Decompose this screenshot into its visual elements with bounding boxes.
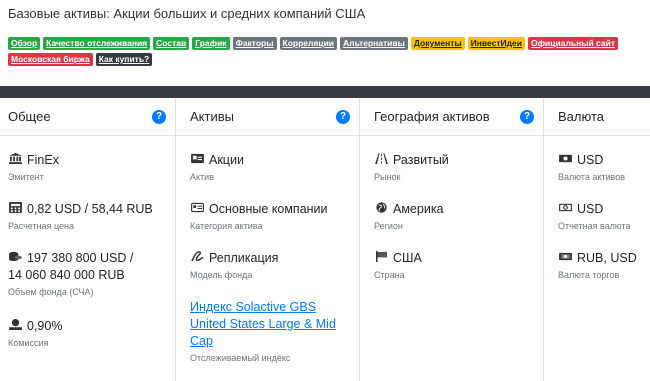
asset-currency-block: USD Валюта активов [558,152,625,183]
tag-alternatives[interactable]: Альтернативы [340,37,408,50]
road-icon [374,152,389,169]
tag-correlations[interactable]: Корреляции [279,37,338,50]
model-label: Модель фонда [190,270,253,280]
issuer-label: Эмитент [8,172,44,182]
country-label: Страна [374,270,405,280]
market-label: Рынок [374,172,401,182]
commission-icon [8,318,23,335]
coins-icon [8,250,23,267]
tag-overview[interactable]: Обзор [8,37,41,50]
column-general-header: Общее ? [0,98,175,136]
fee-value: 0,90% [27,319,63,333]
column-currency-title: Валюта [558,109,604,124]
column-geography: География активов ? Развитый Рынок Амери… [360,98,544,381]
calculator-icon [8,201,23,218]
column-currency-header: Валюта [544,98,650,136]
price-block: 0,82 USD / 58,44 RUB Расчетная цена [8,201,153,232]
tag-documents[interactable]: Документы [410,37,465,50]
asset-value: Акции [209,153,244,167]
report-currency-value: USD [577,202,604,216]
region-label: Регион [374,221,403,231]
tag-moex[interactable]: Московская биржа [8,53,93,66]
flag-icon [374,250,389,267]
index-block: Индекс Solactive GBS United States Large… [190,299,340,364]
column-general-title: Общее [8,109,51,124]
section-divider-bar [0,86,650,98]
column-geography-header: География активов ? [360,98,543,136]
money-bill-icon [558,152,573,169]
fund-size-value-line1: 197 380 800 USD / [27,251,134,265]
tag-row-2: Московская биржа Как купить? [8,53,648,66]
market-block: Развитый Рынок [374,152,449,183]
tag-chart[interactable]: График [192,37,230,50]
help-icon[interactable]: ? [520,109,534,124]
fund-size-value-line2: 14 060 840 000 RUB [8,268,125,282]
tag-official-site[interactable]: Официальный сайт [528,37,619,50]
region-block: Америка Регион [374,201,444,232]
globe-icon [374,201,389,218]
column-general: Общее ? FinEx Эмитент 0,82 USD / 58,44 R… [0,98,176,381]
category-value: Основные компании [209,202,328,216]
tracked-index-link[interactable]: Индекс Solactive GBS United States Large… [190,299,340,350]
price-label: Расчетная цена [8,221,75,231]
category-label: Категория актива [190,221,263,231]
model-block: Репликация Модель фонда [190,250,278,281]
issuer-value: FinEx [27,153,59,167]
page-title: Базовые активы: Акции больших и средних … [8,6,366,21]
bank-icon [8,152,23,169]
tag-row-1: Обзор Качество отслеживания Состав Графи… [8,37,648,50]
column-assets: Активы ? Акции Актив Основные компании К… [176,98,360,381]
model-value: Репликация [209,251,279,265]
country-block: США Страна [374,250,422,281]
trade-currency-label: Валюта торгов [558,270,620,280]
asset-currency-value: USD [577,153,604,167]
asset-block: Акции Актив [190,152,244,183]
id-card-outline-icon [190,201,205,218]
money-bill-wave-icon [558,250,573,267]
report-currency-label: Отчетная валюта [558,221,631,231]
tag-bar: Обзор Качество отслеживания Состав Графи… [8,37,648,69]
market-value: Развитый [393,153,449,167]
asset-currency-label: Валюта активов [558,172,625,182]
id-card-icon [190,152,205,169]
tag-invest-ideas[interactable]: ИнвестИдеи [467,37,525,50]
signature-icon [190,250,205,267]
money-bill-outline-icon [558,201,573,218]
country-value: США [393,251,422,265]
category-block: Основные компании Категория актива [190,201,328,232]
column-currency: Валюта USD Валюта активов USD Отчетная в… [544,98,650,381]
asset-label: Актив [190,172,214,182]
fund-size-label: Объем фонда (СЧА) [8,287,94,297]
fee-label: Комиссия [8,338,49,348]
tag-tracking-quality[interactable]: Качество отслеживания [43,37,151,50]
column-geography-title: География активов [374,109,490,124]
issuer-block: FinEx Эмитент [8,152,59,183]
column-assets-title: Активы [190,109,234,124]
price-value: 0,82 USD / 58,44 RUB [27,202,153,216]
region-value: Америка [393,202,444,216]
trade-currency-value: RUB, USD [577,251,637,265]
tag-factors[interactable]: Факторы [232,37,277,50]
report-currency-block: USD Отчетная валюта [558,201,631,232]
fund-size-block: 197 380 800 USD / 14 060 840 000 RUB Объ… [8,250,133,298]
tag-composition[interactable]: Состав [153,37,190,50]
help-icon[interactable]: ? [152,109,166,124]
fee-block: 0,90% Комиссия [8,318,62,349]
info-columns: Общее ? FinEx Эмитент 0,82 USD / 58,44 R… [0,98,650,381]
index-label: Отслеживаемый индекс [190,353,291,363]
column-assets-header: Активы ? [176,98,359,136]
trade-currency-block: RUB, USD Валюта торгов [558,250,637,281]
help-icon[interactable]: ? [336,109,350,124]
tag-how-to-buy[interactable]: Как купить? [95,53,153,66]
